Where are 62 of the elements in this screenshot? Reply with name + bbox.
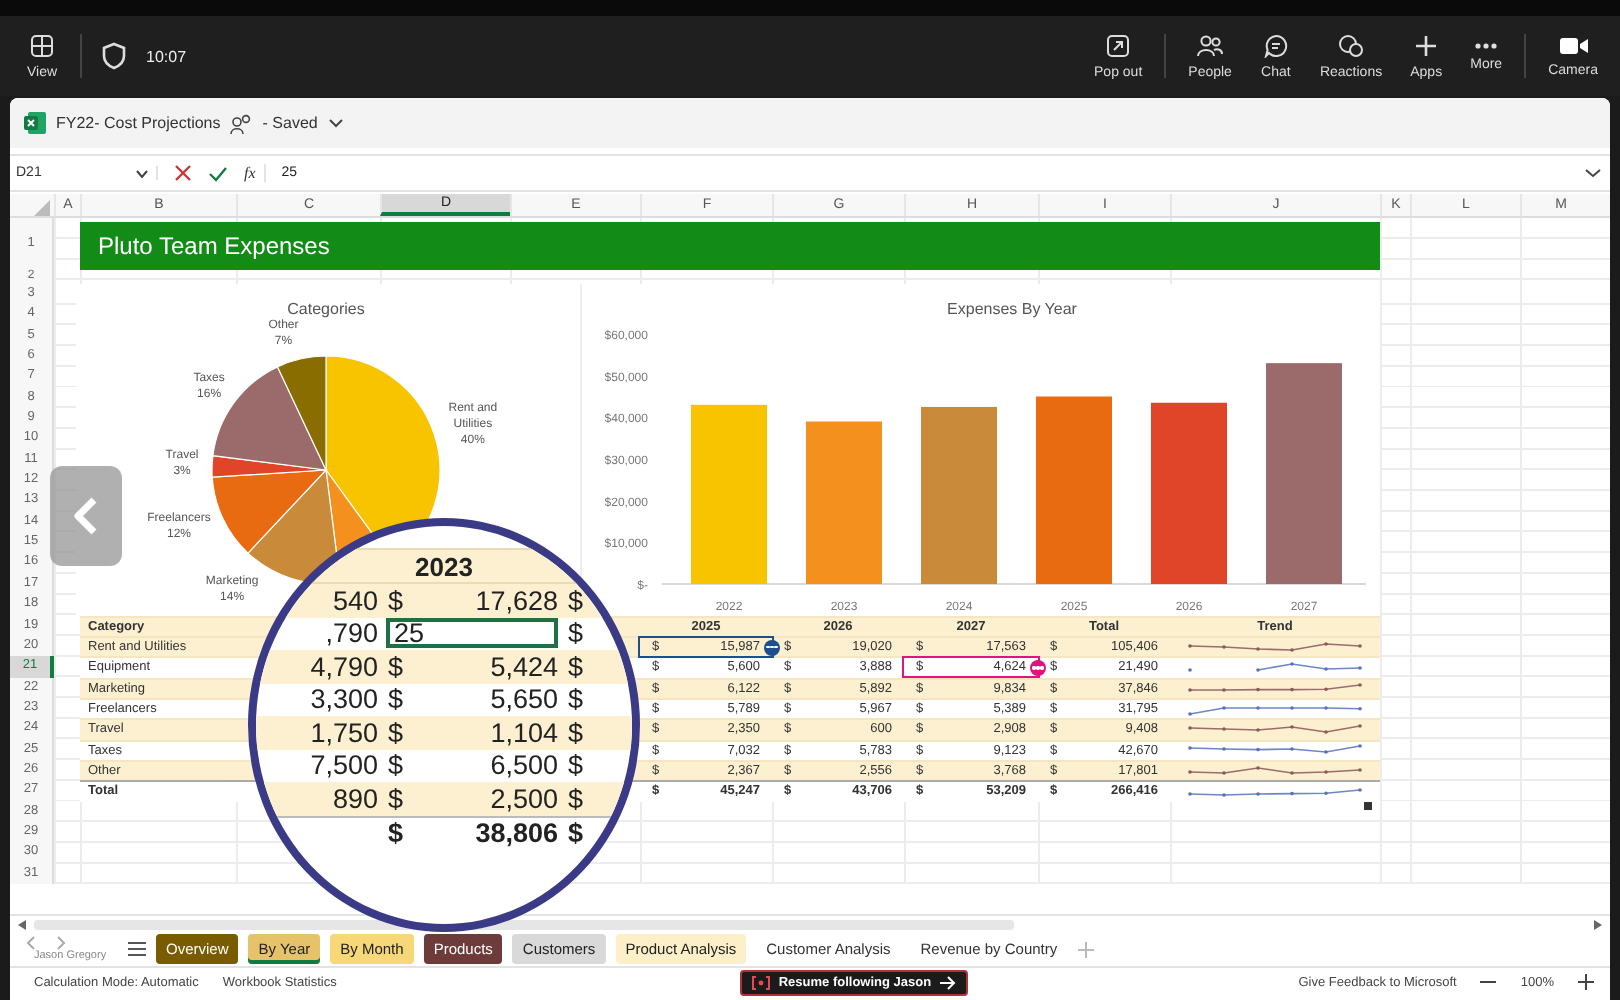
currency-symbol: $ [386,684,406,715]
magnified-cell-text: 4,790 [308,651,380,682]
currency-symbol: $ [566,651,586,682]
currency-symbol: $ [386,783,406,814]
chevron-left-icon [72,496,100,536]
follow-icon [752,975,771,989]
currency-symbol: $ [566,717,586,748]
magnified-cell-text: 540 [330,585,380,616]
currency-symbol: $ [566,818,586,849]
currency-symbol: $ [566,684,586,715]
shared-people-icon [230,113,253,133]
currency-symbol: $ [566,585,586,616]
menu-icon[interactable] [128,942,146,956]
magnified-cell-text: 7,500 [308,750,380,781]
check-icon[interactable] [208,165,228,181]
magnified-cell-text: ,790 [323,618,380,649]
currency-symbol: $ [566,618,586,649]
plus-icon [1414,33,1439,57]
magnified-cell-text: 2,500 [488,783,558,814]
grid-icon [30,33,54,57]
shield-icon [102,42,126,70]
magnified-cell-text: 890 [330,783,380,814]
function-button[interactable]: fx [244,164,266,182]
scroll-left-icon[interactable] [18,919,28,929]
zoom-in-icon[interactable] [1578,974,1594,990]
meeting-time: 10:07 [146,47,187,65]
magnified-cell-text: 17,628 [473,585,558,616]
currency-symbol: $ [386,818,406,849]
magnified-cell-text: 6,500 [488,750,558,781]
currency-symbol: $ [386,717,406,748]
currency-symbol: $ [566,783,586,814]
magnified-heading: 2023 [415,551,473,581]
cancel-icon[interactable] [174,164,192,182]
camera-icon [1559,35,1588,55]
magnified-cell-text: 38,806 [473,818,558,849]
chat-icon [1263,33,1288,57]
sheet-banner: Pluto Team Expenses [80,222,1380,270]
scroll-right-icon[interactable] [1592,919,1602,929]
workbook-title: FY22- Cost Projections [56,114,221,132]
currency-symbol: $ [386,750,406,781]
popout-icon [1106,33,1131,57]
magnified-cell-text: 5,650 [488,684,558,715]
magnified-cell-text: 1,750 [308,717,380,748]
more-icon [1474,41,1499,49]
currency-symbol: $ [386,651,406,682]
expand-icon[interactable] [1584,168,1602,178]
chart-title: Categories [287,300,365,318]
caret-icon [136,169,148,177]
resize-handle-icon[interactable] [1364,801,1372,810]
currency-symbol: $ [386,585,406,616]
magnified-cell-text: 5,424 [488,651,558,682]
magnified-cell-text: 3,300 [308,684,380,715]
arrow-right-icon [939,975,956,989]
chevron-down-icon[interactable] [327,118,344,128]
currency-symbol: $ [566,750,586,781]
magnified-cell-text: 1,104 [488,717,558,748]
cell-editor[interactable]: 25 [386,618,558,649]
save-status: - Saved [262,114,318,132]
people-icon [1196,33,1225,57]
reactions-icon [1338,33,1365,57]
chart-title: Expenses By Year [947,300,1077,318]
spreadsheet-app-icon [24,112,46,134]
